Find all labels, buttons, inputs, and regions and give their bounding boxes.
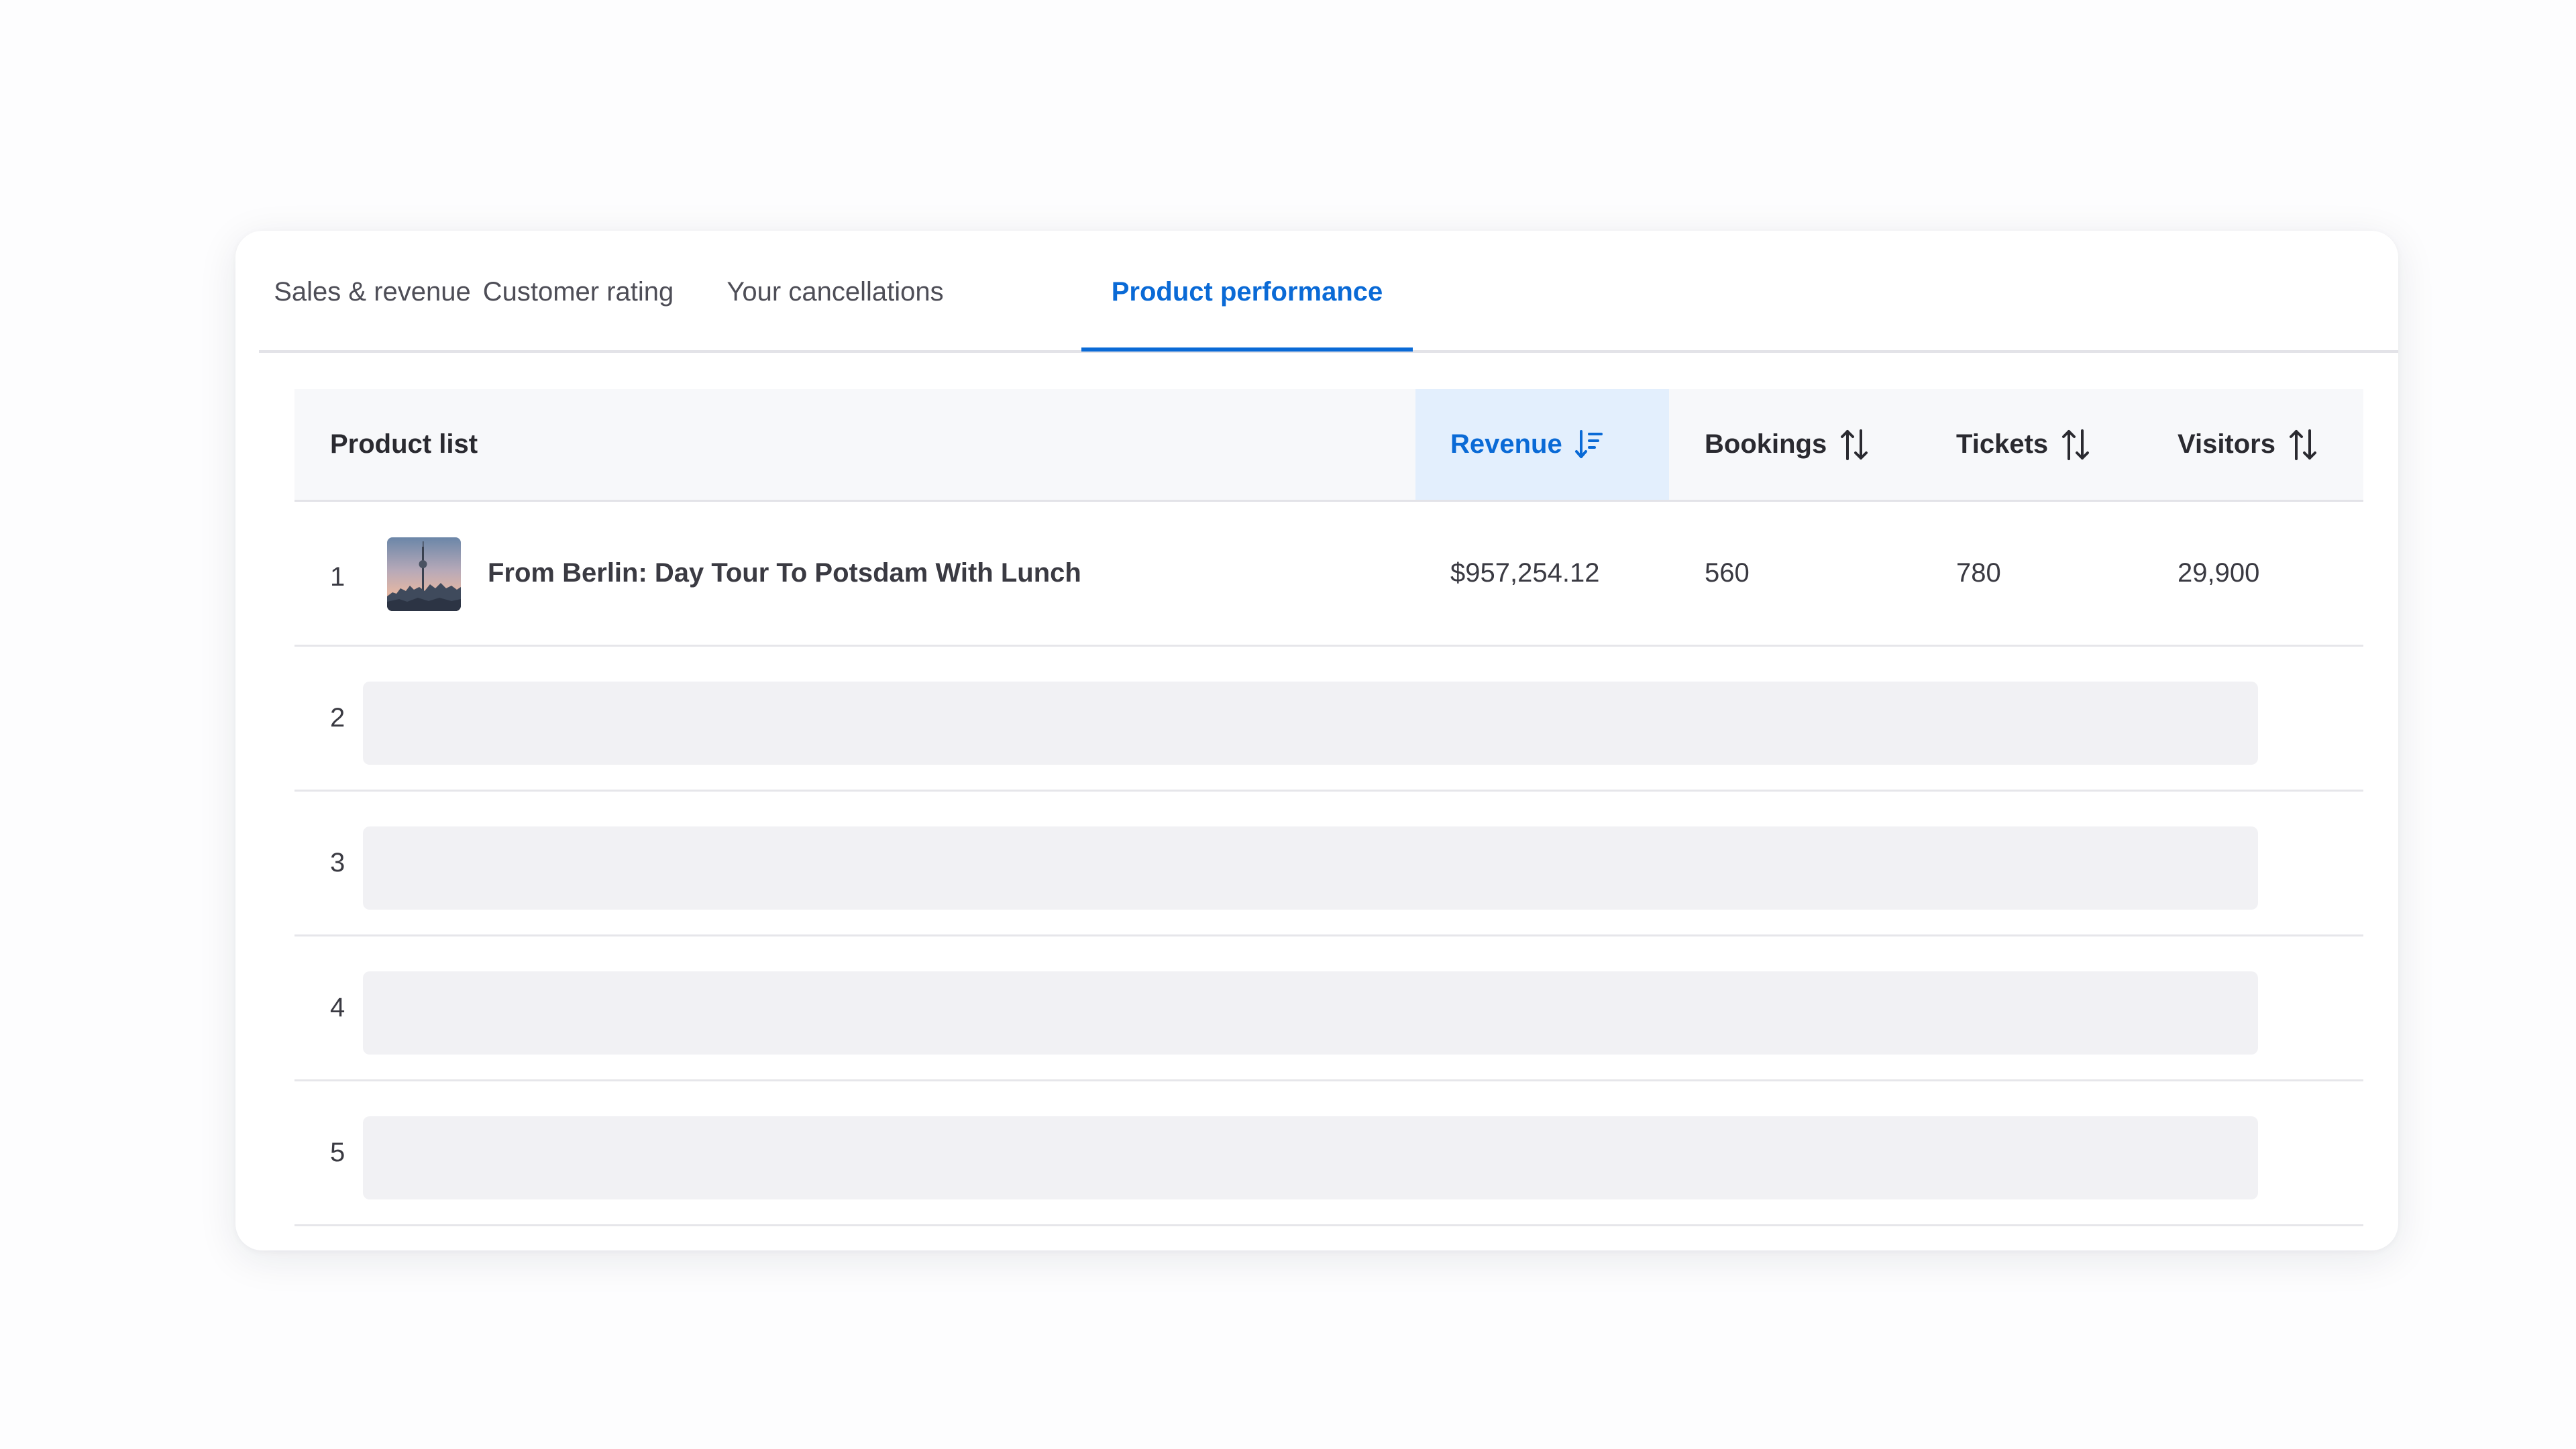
row-rank: 4 [330, 993, 345, 1022]
active-tab-indicator [1081, 347, 1413, 352]
table-row: 3 [294, 792, 2363, 936]
sort-arrows-icon [2062, 429, 2090, 460]
sort-arrows-icon [2290, 429, 2316, 460]
row-rank: 2 [330, 703, 345, 733]
table-row[interactable]: 1 From Berlin: Day Tour To Potsdam With … [294, 502, 2363, 647]
column-header-product-list: Product list [330, 389, 478, 500]
cell-bookings: 560 [1705, 558, 1750, 588]
column-header-label: Visitors [2178, 429, 2275, 459]
cell-revenue: $957,254.12 [1450, 558, 1600, 588]
tab-bar: Sales & revenue Customer rating Your can… [259, 231, 2398, 353]
loading-placeholder [363, 971, 2258, 1055]
column-header-tickets[interactable]: Tickets [1956, 389, 2091, 500]
tab-sales-revenue[interactable]: Sales & revenue [271, 231, 474, 353]
column-header-bookings[interactable]: Bookings [1705, 389, 1870, 500]
column-header-visitors[interactable]: Visitors [2178, 389, 2318, 500]
table-header: Product list Revenue Bookings Tickets Vi… [294, 389, 2363, 502]
row-rank: 5 [330, 1138, 345, 1167]
column-header-label: Tickets [1956, 429, 2049, 459]
loading-placeholder [363, 682, 2258, 765]
loading-placeholder [363, 1116, 2258, 1199]
column-header-label: Revenue [1450, 429, 1562, 459]
product-name-link[interactable]: From Berlin: Day Tour To Potsdam With Lu… [488, 502, 1081, 645]
cell-visitors: 29,900 [2178, 558, 2260, 588]
column-header-label: Bookings [1705, 429, 1827, 459]
berlin-tv-tower-photo [387, 537, 461, 611]
table-row: 4 [294, 936, 2363, 1081]
sort-arrows-icon [1841, 429, 1868, 460]
tab-customer-rating[interactable]: Customer rating [451, 231, 706, 353]
row-rank: 1 [330, 562, 345, 592]
tab-product-performance[interactable]: Product performance [1081, 231, 1413, 353]
sort-descending-icon [1574, 429, 1603, 458]
column-header-label: Product list [330, 429, 478, 459]
row-rank: 3 [330, 848, 345, 877]
table-row: 2 [294, 647, 2363, 792]
cell-tickets: 780 [1956, 558, 2001, 588]
product-table: Product list Revenue Bookings Tickets Vi… [294, 389, 2363, 1226]
product-performance-card: Sales & revenue Customer rating Your can… [235, 231, 2398, 1250]
table-row: 5 [294, 1081, 2363, 1226]
loading-placeholder [363, 826, 2258, 910]
tab-your-cancellations[interactable]: Your cancellations [708, 231, 963, 353]
column-header-revenue[interactable]: Revenue [1415, 389, 1669, 500]
product-thumbnail[interactable] [387, 537, 461, 611]
